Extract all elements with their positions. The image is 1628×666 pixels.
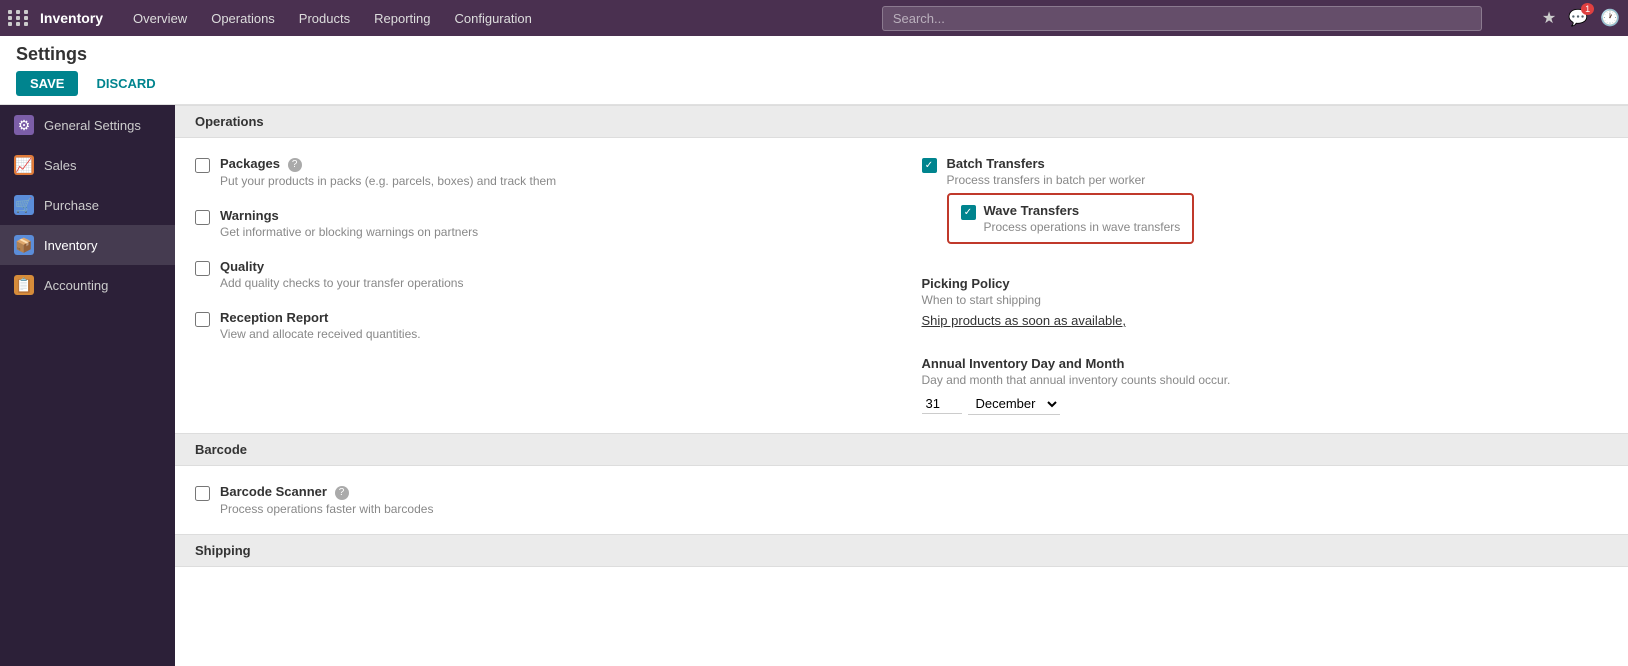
wave-transfers-checkbox[interactable] (961, 205, 976, 220)
batch-transfers-desc: Process transfers in batch per worker (947, 173, 1195, 187)
sidebar-item-inventory[interactable]: 📦 Inventory (0, 225, 175, 265)
action-bar: SAVE DISCARD (16, 71, 1612, 104)
sidebar-item-general-settings[interactable]: ⚙ General Settings (0, 105, 175, 145)
reception-report-setting: Reception Report View and allocate recei… (195, 300, 882, 351)
content-area: Operations Packages ? Put your products … (175, 105, 1628, 666)
batch-transfers-checkbox[interactable] (922, 158, 937, 173)
sidebar-item-sales[interactable]: 📈 Sales (0, 145, 175, 185)
warnings-desc: Get informative or blocking warnings on … (220, 225, 478, 239)
picking-policy-setting: Picking Policy When to start shipping Sh… (922, 266, 1609, 338)
sidebar-label-sales: Sales (44, 158, 77, 173)
barcode-settings-grid: Barcode Scanner ? Process operations fas… (175, 466, 1628, 534)
sidebar-label-accounting: Accounting (44, 278, 108, 293)
sidebar-label-inventory: Inventory (44, 238, 97, 253)
star-icon[interactable]: ★ (1542, 8, 1556, 28)
barcode-scanner-help-icon[interactable]: ? (335, 486, 349, 500)
quality-checkbox[interactable] (195, 261, 210, 276)
wave-transfers-text: Wave Transfers Process operations in wav… (984, 203, 1181, 234)
picking-policy-desc: When to start shipping (922, 293, 1127, 307)
batch-transfers-label: Batch Transfers (947, 156, 1195, 171)
warnings-label: Warnings (220, 208, 478, 223)
nav-overview[interactable]: Overview (123, 7, 197, 30)
quality-desc: Add quality checks to your transfer oper… (220, 276, 463, 290)
barcode-scanner-label-wrap: Barcode Scanner ? (220, 484, 433, 500)
operations-settings-grid: Packages ? Put your products in packs (e… (175, 138, 1628, 433)
quality-label: Quality (220, 259, 463, 274)
main-layout: ⚙ General Settings 📈 Sales 🛒 Purchase 📦 … (0, 105, 1628, 666)
global-search-input[interactable] (882, 6, 1482, 31)
operations-section-header: Operations (175, 105, 1628, 138)
quality-setting: Quality Add quality checks to your trans… (195, 249, 882, 300)
inventory-icon: 📦 (14, 235, 34, 255)
nav-configuration[interactable]: Configuration (444, 7, 541, 30)
brand-name: Inventory (40, 10, 103, 26)
picking-policy-label: Picking Policy (922, 276, 1127, 291)
packages-text: Packages ? Put your products in packs (e… (220, 156, 556, 188)
topnav-right-icons: ★ 💬 1 🕐 (1542, 8, 1620, 28)
batch-transfers-text: Batch Transfers Process transfers in bat… (947, 156, 1195, 248)
wave-transfers-desc: Process operations in wave transfers (984, 220, 1181, 234)
picking-policy-text: Picking Policy When to start shipping Sh… (922, 276, 1127, 328)
purchase-icon: 🛒 (14, 195, 34, 215)
annual-inventory-month-select[interactable]: December January February March April Ma… (968, 393, 1060, 415)
reception-report-label: Reception Report (220, 310, 421, 325)
annual-inventory-label: Annual Inventory Day and Month (922, 356, 1231, 371)
warnings-checkbox[interactable] (195, 210, 210, 225)
reception-report-text: Reception Report View and allocate recei… (220, 310, 421, 341)
apps-menu-icon[interactable] (8, 10, 30, 26)
packages-label: Packages ? (220, 156, 556, 172)
picking-policy-value[interactable]: Ship products as soon as available, (922, 313, 1127, 328)
barcode-scanner-checkbox[interactable] (195, 486, 210, 501)
sidebar-item-purchase[interactable]: 🛒 Purchase (0, 185, 175, 225)
barcode-scanner-text: Barcode Scanner ? Process operations fas… (220, 484, 433, 516)
barcode-left-col: Barcode Scanner ? Process operations fas… (175, 466, 902, 534)
sidebar: ⚙ General Settings 📈 Sales 🛒 Purchase 📦 … (0, 105, 175, 666)
annual-inventory-text: Annual Inventory Day and Month Day and m… (922, 356, 1231, 415)
save-button[interactable]: SAVE (16, 71, 78, 96)
chat-icon[interactable]: 💬 1 (1568, 8, 1588, 28)
packages-help-icon[interactable]: ? (288, 158, 302, 172)
shipping-section-header: Shipping (175, 534, 1628, 567)
packages-checkbox[interactable] (195, 158, 210, 173)
annual-inventory-setting: Annual Inventory Day and Month Day and m… (922, 346, 1609, 425)
batch-transfers-setting: Batch Transfers Process transfers in bat… (922, 146, 1609, 258)
left-col: Packages ? Put your products in packs (e… (175, 138, 902, 433)
barcode-right-col (902, 466, 1628, 534)
packages-desc: Put your products in packs (e.g. parcels… (220, 174, 556, 188)
sidebar-label-general-settings: General Settings (44, 118, 141, 133)
sidebar-item-accounting[interactable]: 📋 Accounting (0, 265, 175, 305)
nav-products[interactable]: Products (289, 7, 360, 30)
topnav: Inventory Overview Operations Products R… (0, 0, 1628, 36)
wave-transfers-label: Wave Transfers (984, 203, 1181, 218)
packages-setting: Packages ? Put your products in packs (e… (195, 146, 882, 198)
warnings-setting: Warnings Get informative or blocking war… (195, 198, 882, 249)
warnings-text: Warnings Get informative or blocking war… (220, 208, 478, 239)
page-header: Settings SAVE DISCARD (0, 36, 1628, 105)
reception-report-desc: View and allocate received quantities. (220, 327, 421, 341)
chat-badge: 1 (1581, 3, 1594, 15)
barcode-scanner-setting: Barcode Scanner ? Process operations fas… (195, 474, 882, 526)
sidebar-label-purchase: Purchase (44, 198, 99, 213)
page-title: Settings (16, 44, 1612, 71)
annual-inventory-desc: Day and month that annual inventory coun… (922, 373, 1231, 387)
barcode-scanner-desc: Process operations faster with barcodes (220, 502, 433, 516)
topnav-menu: Overview Operations Products Reporting C… (123, 7, 882, 30)
discard-button[interactable]: DISCARD (86, 71, 165, 96)
general-settings-icon: ⚙ (14, 115, 34, 135)
sales-icon: 📈 (14, 155, 34, 175)
quality-text: Quality Add quality checks to your trans… (220, 259, 463, 290)
right-col: Batch Transfers Process transfers in bat… (902, 138, 1628, 433)
nav-operations[interactable]: Operations (201, 7, 285, 30)
annual-inventory-day-input[interactable] (922, 394, 962, 414)
annual-inventory-inputs: December January February March April Ma… (922, 393, 1231, 415)
accounting-icon: 📋 (14, 275, 34, 295)
wave-transfers-box: Wave Transfers Process operations in wav… (947, 193, 1195, 244)
clock-icon[interactable]: 🕐 (1600, 8, 1620, 28)
reception-report-checkbox[interactable] (195, 312, 210, 327)
nav-reporting[interactable]: Reporting (364, 7, 440, 30)
barcode-section-header: Barcode (175, 433, 1628, 466)
